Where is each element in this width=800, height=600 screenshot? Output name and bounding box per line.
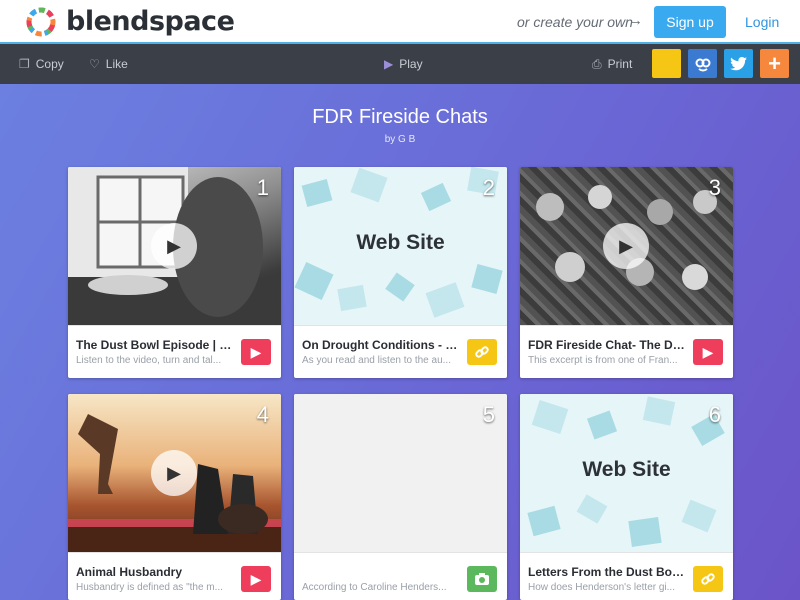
card-title[interactable]: The Dust Bowl Episode | U... (76, 338, 234, 352)
print-label: Print (607, 57, 633, 71)
like-button[interactable]: ♡ Like (89, 44, 128, 84)
brand-name[interactable]: blendspace (66, 6, 235, 37)
card-number: 3 (708, 175, 721, 200)
signup-button[interactable]: Sign up (654, 6, 726, 38)
arrow-right-icon: → (628, 12, 643, 29)
copy-icon: ❐ (19, 57, 30, 71)
card-number: 6 (708, 402, 721, 427)
twitter-icon[interactable] (724, 49, 753, 78)
card-description: Husbandry is defined as "the m... (76, 582, 223, 593)
login-link[interactable]: Login (745, 14, 779, 30)
camera-type-icon[interactable] (467, 566, 497, 592)
card-title[interactable]: On Drought Conditions - N... (302, 338, 460, 352)
card-description: According to Caroline Henders... (302, 582, 447, 593)
add-icon[interactable]: + (760, 49, 789, 78)
link-type-icon[interactable] (467, 339, 497, 365)
play-overlay-icon[interactable]: ▶ (151, 223, 197, 269)
lesson-title: FDR Fireside Chats (312, 106, 488, 128)
card-title[interactable]: FDR Fireside Chat- The Du... (528, 338, 686, 352)
lesson-card[interactable]: ▶ 3 FDR Fireside Chat- The Du... This ex… (520, 167, 733, 378)
play-overlay-icon[interactable]: ▶ (151, 450, 197, 496)
card-thumbnail[interactable]: Web Site 6 (520, 394, 733, 553)
play-overlay-icon[interactable]: ▶ (603, 223, 649, 269)
card-thumbnail[interactable]: ▶ 1 (68, 167, 281, 326)
video-type-icon[interactable]: ▶ (693, 339, 723, 365)
divider (520, 552, 733, 553)
card-description: This excerpt is from one of Fran... (528, 355, 678, 366)
lesson-card[interactable]: 5 According to Caroline Henders... (294, 394, 507, 600)
lesson-card[interactable]: ▶ 1 The Dust Bowl Episode | U... Listen … (68, 167, 281, 378)
card-description: How does Henderson's letter gi... (528, 582, 675, 593)
card-thumbnail[interactable]: ▶ 3 (520, 167, 733, 326)
divider (68, 552, 281, 553)
website-label: Web Site (582, 458, 671, 481)
heart-icon: ♡ (89, 57, 100, 71)
card-number: 5 (482, 402, 495, 427)
lesson-byline: by G B (384, 134, 416, 145)
divider (294, 552, 507, 553)
print-button[interactable]: ⎙ Print (592, 44, 632, 84)
card-number: 2 (482, 175, 495, 200)
play-button[interactable]: ▶ Play (384, 44, 423, 84)
like-label: Like (105, 57, 128, 71)
card-thumbnail[interactable]: 5 (294, 394, 507, 553)
card-description: As you read and listen to the au... (302, 355, 451, 366)
top-bar: blendspace or create your own → Sign up … (0, 0, 800, 44)
card-number: 1 (256, 175, 269, 200)
create-own-link[interactable]: or create your own (517, 14, 633, 30)
lesson-card[interactable]: ▶ 4 Animal Husbandry Husbandry is define… (68, 394, 281, 600)
print-icon: ⎙ (592, 56, 602, 71)
share-yellow-button[interactable] (652, 49, 681, 78)
play-icon: ▶ (384, 57, 394, 71)
blendspace-logo-icon[interactable] (24, 5, 58, 39)
copy-label: Copy (35, 57, 64, 71)
copy-button[interactable]: ❐ Copy (19, 44, 64, 84)
lesson-card[interactable]: Web Site 6 Letters From the Dust Bow... … (520, 394, 733, 600)
divider (520, 325, 733, 326)
card-title[interactable]: Letters From the Dust Bow... (528, 565, 686, 579)
divider (294, 325, 507, 326)
website-label: Web Site (356, 231, 445, 254)
link-type-icon[interactable] (693, 566, 723, 592)
card-title[interactable]: Animal Husbandry (76, 565, 234, 579)
lesson-card[interactable]: Web Site 2 On Drought Conditions - N... … (294, 167, 507, 378)
owl-share-icon[interactable] (688, 49, 717, 78)
play-label: Play (399, 57, 423, 71)
card-number: 4 (256, 402, 269, 427)
card-description: Listen to the video, turn and tal... (76, 355, 222, 366)
video-type-icon[interactable]: ▶ (241, 339, 271, 365)
card-thumbnail[interactable]: ▶ 4 (68, 394, 281, 553)
card-thumbnail[interactable]: Web Site 2 (294, 167, 507, 326)
video-type-icon[interactable]: ▶ (241, 566, 271, 592)
divider (68, 325, 281, 326)
